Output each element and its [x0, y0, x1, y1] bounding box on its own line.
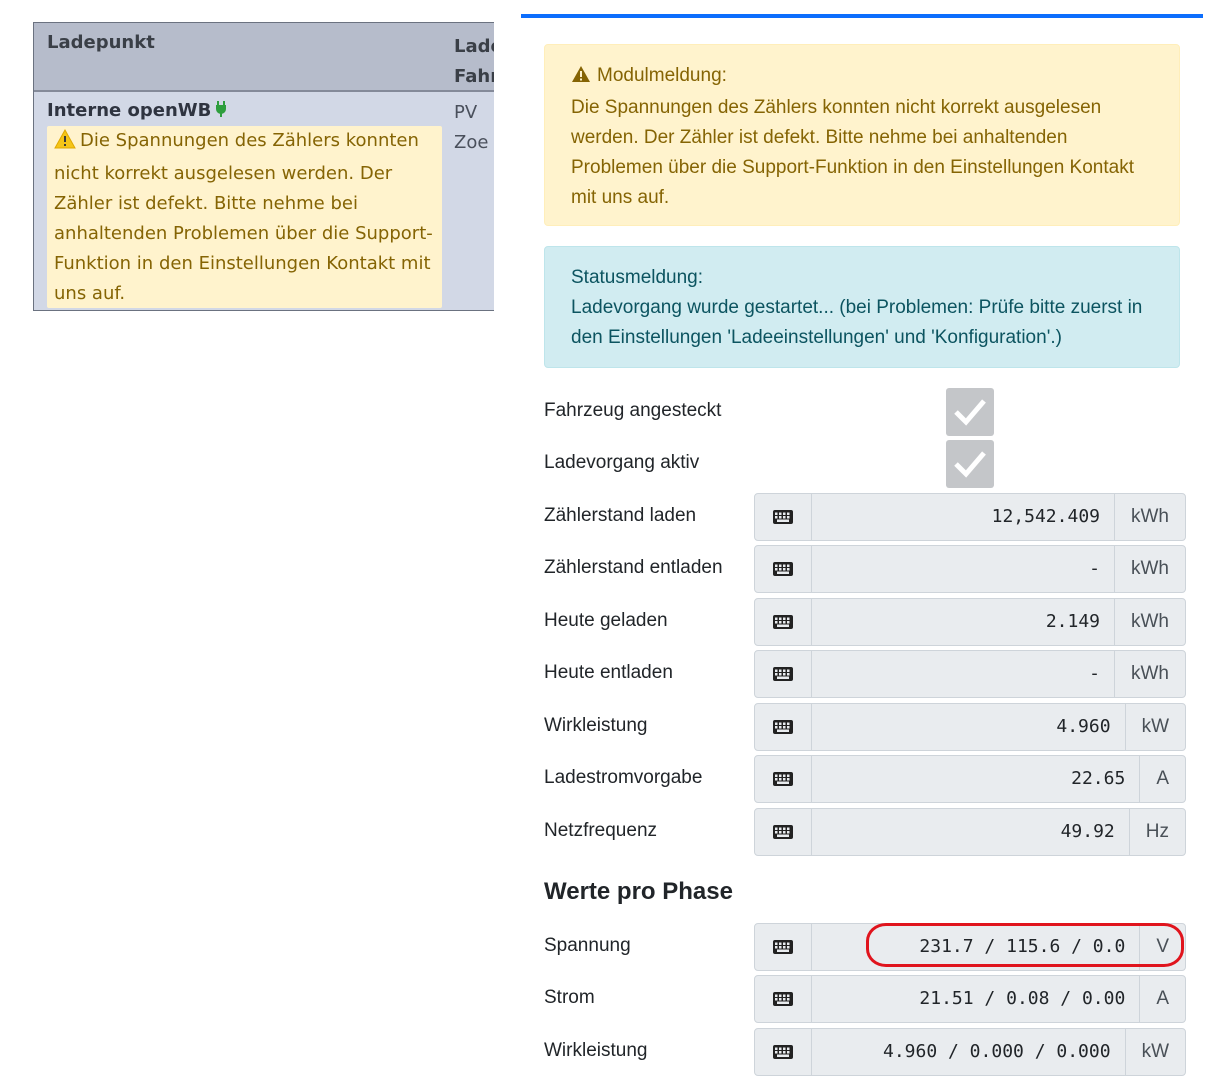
keyboard-icon [755, 756, 812, 802]
meter-discharge-field: - kWh [754, 545, 1186, 593]
current-unit: A [1139, 976, 1185, 1022]
active-power-label: Wirkleistung [544, 715, 648, 736]
today-discharged-field: - kWh [754, 650, 1186, 698]
module-message-title: Modulmeldung: [597, 65, 727, 86]
keyboard-icon [755, 651, 812, 697]
today-charged-unit: kWh [1114, 599, 1185, 645]
warning-triangle-icon [54, 128, 76, 159]
keyboard-icon [755, 599, 812, 645]
charge-mode-cell: PV Zoe [454, 98, 488, 158]
keyboard-icon [755, 704, 812, 750]
active-power-unit: kW [1124, 704, 1185, 750]
keyboard-icon [755, 924, 812, 970]
meter-discharge-label: Zählerstand entladen [544, 557, 723, 578]
table-row[interactable]: Interne openWB Die Spannungen des Zähler… [34, 92, 494, 310]
keyboard-icon [755, 809, 812, 855]
phase-power-value: 4.960 / 0.000 / 0.000 [882, 1041, 1111, 1062]
meter-charge-label: Zählerstand laden [544, 505, 697, 526]
grid-frequency-unit: Hz [1128, 809, 1185, 855]
today-discharged-label: Heute entladen [544, 662, 673, 683]
phase-values-title: Werte pro Phase [544, 878, 733, 905]
vehicle-plugged-label: Fahrzeug angesteckt [544, 400, 722, 421]
charging-active-label: Ladevorgang aktiv [544, 452, 700, 473]
check-icon [954, 451, 986, 478]
check-icon [954, 399, 986, 426]
today-charged-field: 2.149 kWh [754, 598, 1186, 646]
phase-power-label: Wirkleistung [544, 1040, 648, 1061]
status-message-alert: Statusmeldung: Ladevorgang wurde gestart… [544, 246, 1180, 368]
meter-discharge-value: - [1089, 558, 1100, 579]
plug-icon [215, 100, 227, 122]
current-value: 21.51 / 0.08 / 0.00 [919, 988, 1126, 1009]
keyboard-icon [755, 1029, 812, 1075]
header-col2: Lade Fahr [454, 32, 494, 92]
status-message-title: Statusmeldung: [571, 267, 704, 288]
today-discharged-value: - [1089, 663, 1100, 684]
table-warning-text: Die Spannungen des Zählers konnten nicht… [54, 130, 433, 304]
grid-frequency-label: Netzfrequenz [544, 820, 658, 841]
phase-power-field: 4.960 / 0.000 / 0.000 kW [754, 1028, 1186, 1076]
vehicle-name: Zoe [454, 132, 489, 153]
charge-point-table: Ladepunkt Lade Fahr Interne openWB Die S… [33, 22, 494, 311]
meter-discharge-unit: kWh [1114, 546, 1185, 592]
grid-frequency-field: 49.92 Hz [754, 808, 1186, 856]
voltage-label: Spannung [544, 935, 631, 956]
header-col2-line1: Lade [454, 36, 494, 57]
table-warning-box: Die Spannungen des Zählers konnten nicht… [47, 126, 442, 308]
today-charged-label: Heute geladen [544, 610, 668, 631]
voltage-highlight-marker [866, 923, 1184, 967]
keyboard-icon [755, 494, 812, 540]
meter-charge-value: 12,542.409 [991, 506, 1100, 527]
module-message-alert: Modulmeldung: Die Spannungen des Zählers… [544, 44, 1180, 226]
keyboard-icon [755, 546, 812, 592]
grid-frequency-value: 49.92 [1060, 821, 1115, 842]
phase-power-unit: kW [1124, 1029, 1185, 1075]
meter-charge-unit: kWh [1114, 494, 1185, 540]
current-field: 21.51 / 0.08 / 0.00 A [754, 975, 1186, 1023]
current-label: Strom [544, 987, 595, 1008]
charge-point-name-text: Interne openWB [47, 100, 212, 121]
vehicle-plugged-checkbox[interactable] [946, 388, 994, 436]
charge-point-name: Interne openWB [47, 100, 227, 122]
charge-current-label: Ladestromvorgabe [544, 767, 703, 788]
active-power-field: 4.960 kW [754, 703, 1186, 751]
charging-active-checkbox[interactable] [946, 440, 994, 488]
header-col2-line2: Fahr [454, 66, 494, 87]
charge-current-field: 22.65 A [754, 755, 1186, 803]
charge-mode: PV [454, 102, 478, 123]
today-charged-value: 2.149 [1045, 611, 1100, 632]
charge-current-unit: A [1139, 756, 1185, 802]
table-header: Ladepunkt Lade Fahr [34, 23, 494, 92]
status-message-text: Ladevorgang wurde gestartet... (bei Prob… [571, 297, 1143, 348]
header-ladepunkt: Ladepunkt [47, 32, 155, 53]
keyboard-icon [755, 976, 812, 1022]
charge-current-value: 22.65 [1071, 768, 1126, 789]
warning-triangle-icon [571, 63, 591, 93]
today-discharged-unit: kWh [1114, 651, 1185, 697]
meter-charge-field: 12,542.409 kWh [754, 493, 1186, 541]
active-power-value: 4.960 [1056, 716, 1111, 737]
active-tab-indicator [521, 14, 1203, 18]
module-message-text: Die Spannungen des Zählers konnten nicht… [571, 97, 1134, 208]
